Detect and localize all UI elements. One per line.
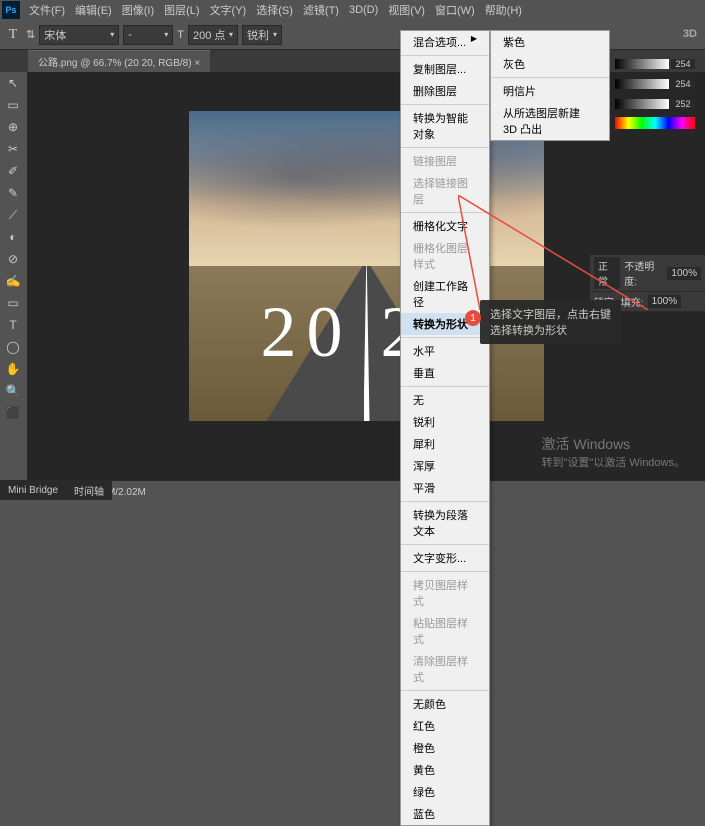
hand-tool[interactable]: ✋ [0,358,26,380]
submenu-item[interactable]: 紫色 [491,31,609,53]
swatch-tool[interactable]: ⬛ [0,402,26,424]
context-menu-item[interactable]: 创建工作路径 [401,275,489,313]
context-menu-item[interactable]: 删除图层 [401,80,489,102]
fill-label: 填充: [621,294,644,309]
clouds-bg [189,127,544,251]
shape-tool[interactable]: ▭ [0,292,26,314]
font-family-dropdown[interactable]: 宋体▾ [39,25,119,45]
context-menu-item[interactable]: 转换为段落文本 [401,504,489,542]
menu-type[interactable]: 文字(Y) [205,2,252,18]
tab-timeline[interactable]: 时间轴 [66,483,112,498]
menu-select[interactable]: 选择(S) [251,2,298,18]
context-menu-item[interactable]: 红色 [401,715,489,737]
opacity-label: 不透明度: [624,258,663,288]
context-menu-item: 栅格化图层样式 [401,237,489,275]
antialias-dropdown[interactable]: 锐利▾ [242,25,282,45]
menu-view[interactable]: 视图(V) [383,2,430,18]
submenu-item[interactable]: 灰色 [491,53,609,75]
three-d-icon[interactable]: 3D [683,28,697,40]
type-tool[interactable]: T [0,314,26,336]
context-menu-item[interactable]: 黄色 [401,759,489,781]
dodge-tool[interactable]: ⊘ [0,248,26,270]
marquee-tool[interactable]: ▭ [0,94,26,116]
context-menu-item: 清除图层样式 [401,650,489,688]
menu-help[interactable]: 帮助(H) [480,2,527,18]
context-menu-item: 粘贴图层样式 [401,612,489,650]
document-tab[interactable]: 公路.png @ 66.7% (20 20, RGB/8) × [28,50,210,72]
windows-watermark: 激活 Windows 转到"设置"以激活 Windows。 [542,434,686,470]
context-menu-item[interactable]: 无颜色 [401,693,489,715]
submenu-item[interactable]: 明信片 [491,80,609,102]
menu-image[interactable]: 图像(I) [117,2,159,18]
size-label: T [177,29,184,41]
path-tool[interactable]: ◯ [0,336,26,358]
annotation-line1: 选择文字图层，点击右键 [490,306,611,322]
color-spectrum[interactable] [615,117,695,129]
lasso-tool[interactable]: ⊕ [0,116,26,138]
context-menu-item: 链接图层 [401,150,489,172]
close-icon[interactable]: × [194,58,200,69]
move-tool[interactable]: ↖ [0,72,26,94]
toolbox: ↖ ▭ ⊕ ✂ ✐ ✎ ⟋ ◐ ⊘ ✍ ▭ T ◯ ✋ 🔍 ⬛ [0,72,28,480]
font-style-dropdown[interactable]: -▾ [123,25,173,45]
tab-minibridge[interactable]: Mini Bridge [0,485,66,496]
context-menu-item[interactable]: 犀利 [401,433,489,455]
menu-layer[interactable]: 图层(L) [159,2,204,18]
context-submenu: 紫色灰色明信片从所选图层新建 3D 凸出 [490,30,610,141]
context-menu-item[interactable]: 文字变形... [401,547,489,569]
context-menu-item[interactable]: 转换为智能对象 [401,107,489,145]
context-menu-item[interactable]: 水平 [401,340,489,362]
b-value[interactable]: 252 [671,99,695,109]
context-menu-item[interactable]: 绿色 [401,781,489,803]
annotation-badge: 1 [465,310,481,326]
context-menu: 混合选项... 复制图层...删除图层转换为智能对象链接图层选择链接图层栅格化文字… [400,30,490,826]
context-menu-item[interactable]: 复制图层... [401,58,489,80]
font-size-dropdown[interactable]: 200 点▾ [188,25,238,45]
r-slider[interactable] [615,59,669,69]
context-menu-item[interactable]: 混合选项... [401,31,489,53]
blend-mode-dropdown[interactable]: 正常 [594,257,620,289]
color-sliders: 254 254 252 [615,55,695,129]
context-menu-item[interactable]: 锐利 [401,411,489,433]
g-slider[interactable] [615,79,669,89]
context-menu-item[interactable]: 垂直 [401,362,489,384]
crop-tool[interactable]: ✂ [0,138,26,160]
annotation-line2: 选择转换为形状 [490,322,611,338]
context-menu-item[interactable]: 橙色 [401,737,489,759]
g-value[interactable]: 254 [671,79,695,89]
submenu-item[interactable]: 从所选图层新建 3D 凸出 [491,102,609,140]
text-tool-icon: T [4,26,22,44]
menu-file[interactable]: 文件(F) [24,2,70,18]
bottom-tabs: Mini Bridge 时间轴 [0,480,112,500]
clone-tool[interactable]: ⟋ [0,204,26,226]
canvas[interactable]: 20 20 [189,111,544,421]
context-menu-item: 拷贝图层样式 [401,574,489,612]
brush-tool[interactable]: ✎ [0,182,26,204]
zoom-tool[interactable]: 🔍 [0,380,26,402]
menu-edit[interactable]: 编辑(E) [70,2,117,18]
context-menu-item: 选择链接图层 [401,172,489,210]
pen-tool[interactable]: ✍ [0,270,26,292]
context-menu-item[interactable]: 栅格化文字 [401,215,489,237]
b-slider[interactable] [615,99,669,109]
watermark-title: 激活 Windows [542,434,686,454]
context-menu-item[interactable]: 蓝色 [401,803,489,825]
menubar: Ps 文件(F) 编辑(E) 图像(I) 图层(L) 文字(Y) 选择(S) 滤… [0,0,705,20]
context-menu-item[interactable]: 浑厚 [401,455,489,477]
eyedropper-tool[interactable]: ✐ [0,160,26,182]
app-logo: Ps [2,1,20,19]
gradient-tool[interactable]: ◐ [0,226,26,248]
context-menu-item[interactable]: 平滑 [401,477,489,499]
menu-3d[interactable]: 3D(D) [344,4,383,16]
watermark-sub: 转到"设置"以激活 Windows。 [542,454,686,470]
r-value[interactable]: 254 [671,59,695,69]
annotation-tooltip: 选择文字图层，点击右键 选择转换为形状 [480,300,621,344]
opacity-value[interactable]: 100% [667,267,701,280]
context-menu-item[interactable]: 无 [401,389,489,411]
fill-value[interactable]: 100% [648,295,682,308]
menu-filter[interactable]: 滤镜(T) [298,2,344,18]
direction-toggle-icon[interactable]: ⇅ [26,28,35,41]
menu-window[interactable]: 窗口(W) [430,2,480,18]
